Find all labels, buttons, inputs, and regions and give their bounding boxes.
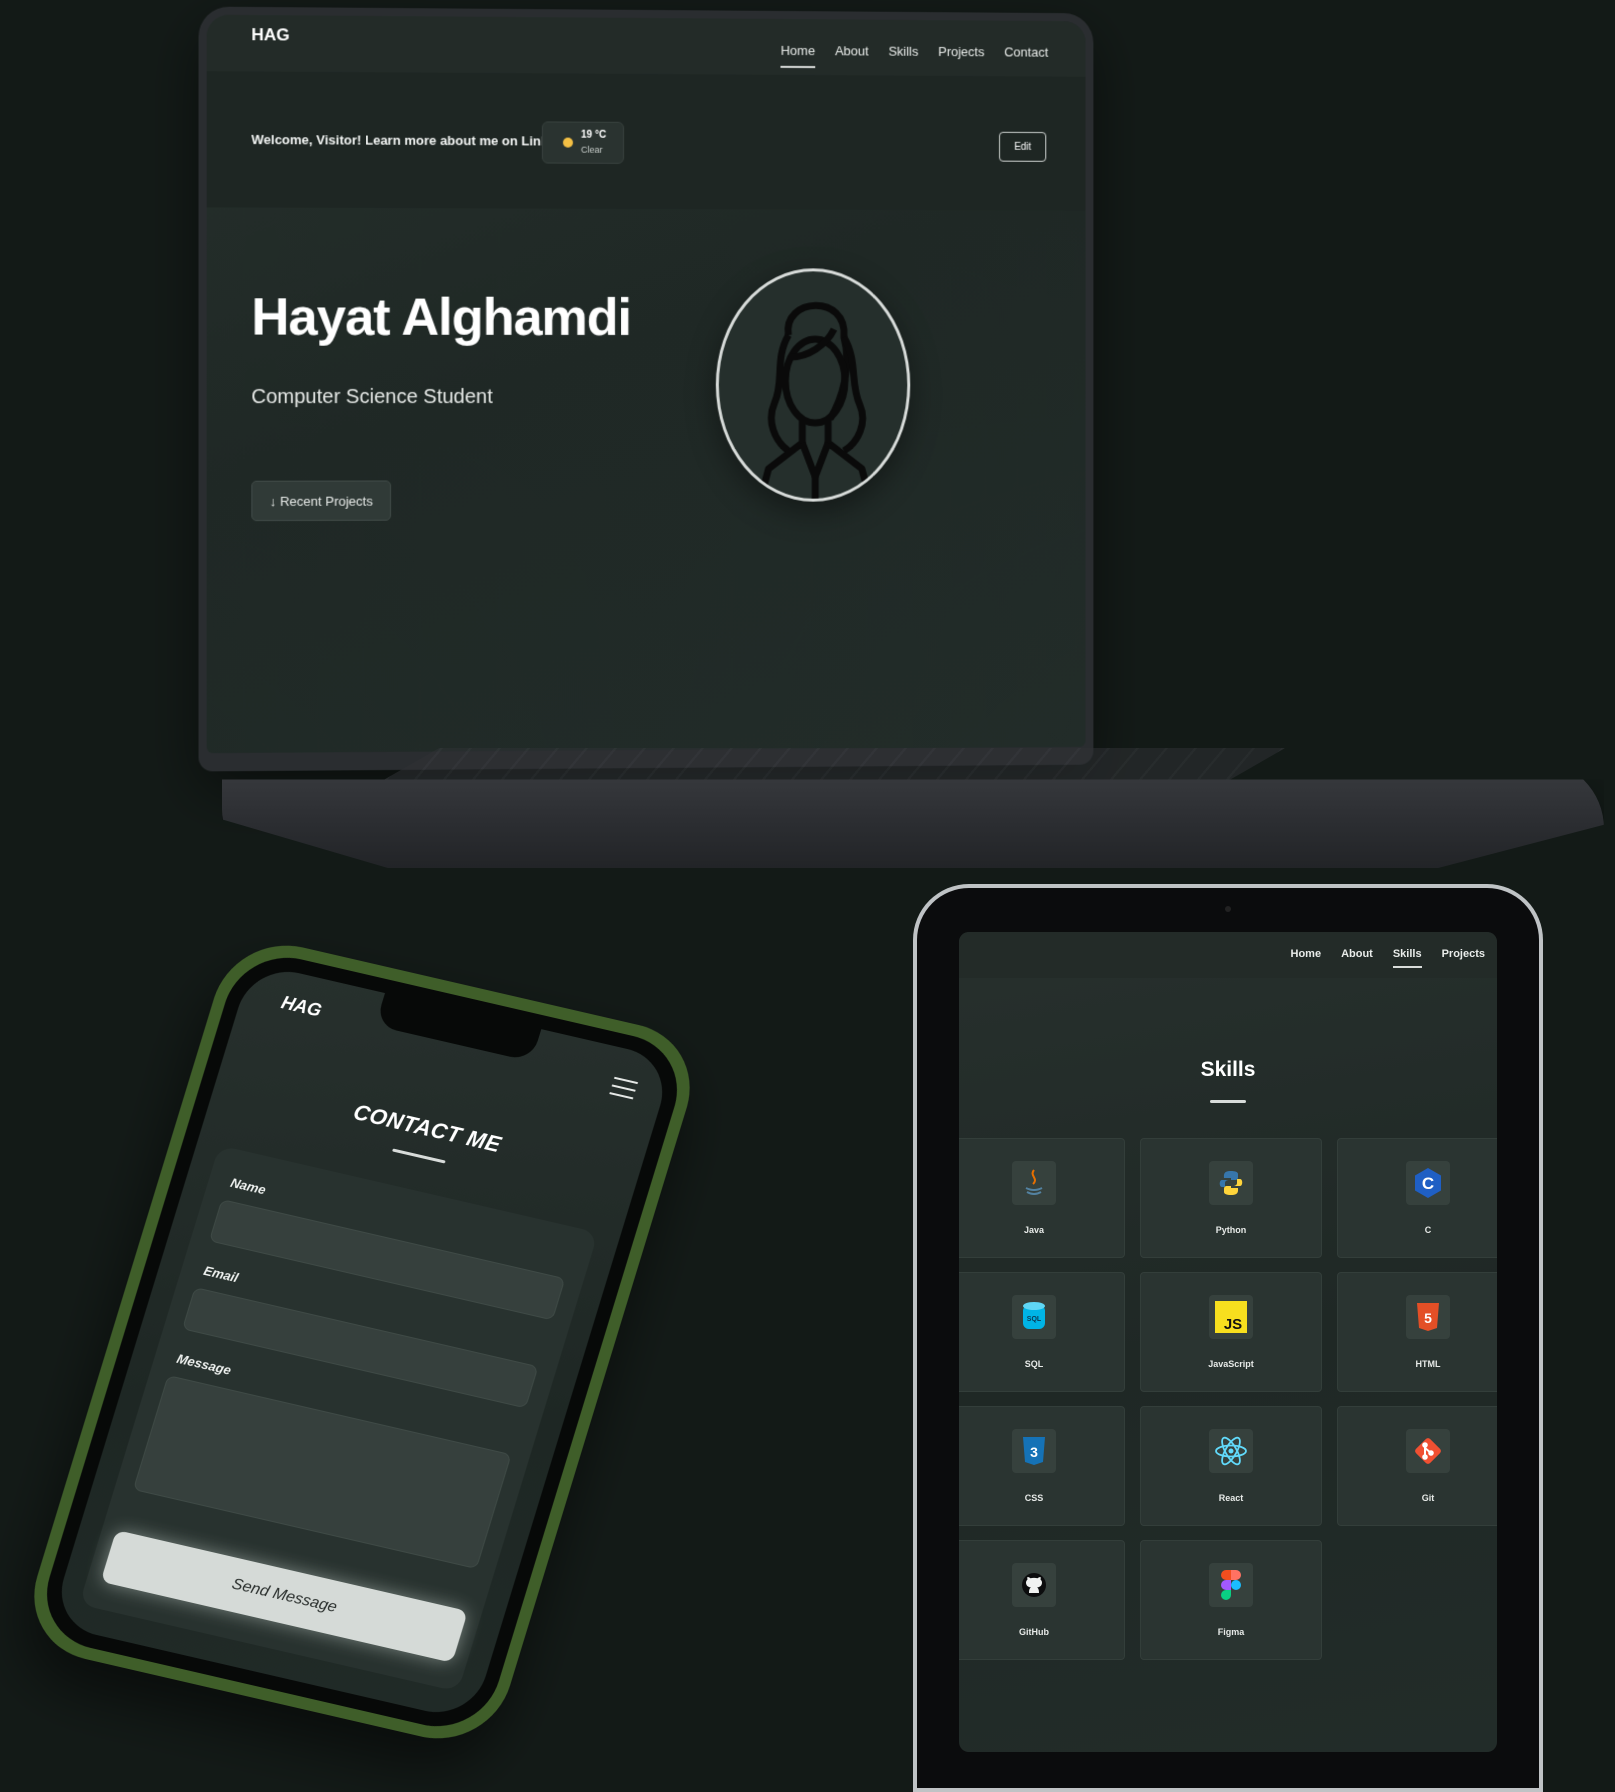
- phone-notch: [375, 993, 542, 1062]
- edit-button[interactable]: Edit: [999, 131, 1047, 162]
- recent-projects-button[interactable]: ↓ Recent Projects: [251, 480, 392, 522]
- hero-name: Hayat Alghamdi: [251, 288, 632, 347]
- skill-card-react[interactable]: React: [1140, 1406, 1322, 1526]
- javascript-icon: JS: [1209, 1295, 1253, 1339]
- nav-home[interactable]: Home: [781, 43, 815, 58]
- svg-text:SQL: SQL: [1027, 1316, 1042, 1323]
- tablet-navbar: Home About Skills Projects: [959, 932, 1497, 978]
- weather-temp: 19 °C: [580, 129, 607, 141]
- svg-text:C: C: [1422, 1174, 1434, 1193]
- hero-role: Computer Science Student: [251, 385, 493, 409]
- svg-text:JS: JS: [1224, 1316, 1242, 1333]
- github-icon: [1012, 1563, 1056, 1607]
- tablet-screen: Home About Skills Projects Skills Java P…: [959, 932, 1497, 1752]
- tablet-nav-skills[interactable]: Skills: [1392, 948, 1422, 968]
- skill-label: Figma: [1217, 1627, 1245, 1637]
- tablet-frame: Home About Skills Projects Skills Java P…: [913, 884, 1543, 1792]
- java-icon: [1012, 1161, 1056, 1205]
- nav-about[interactable]: About: [835, 43, 869, 58]
- react-icon: [1209, 1429, 1253, 1473]
- database-icon: SQL: [1012, 1295, 1056, 1339]
- skill-label: SQL: [1024, 1359, 1044, 1369]
- svg-text:5: 5: [1424, 1310, 1432, 1326]
- skill-label: React: [1218, 1493, 1244, 1503]
- svg-text:3: 3: [1030, 1444, 1038, 1460]
- camera-icon: [1225, 906, 1231, 912]
- skill-label: Python: [1215, 1225, 1247, 1235]
- welcome-text: Welcome, Visitor! Learn more about me on…: [251, 131, 575, 149]
- site-logo[interactable]: HAG: [251, 25, 289, 45]
- skill-card-figma[interactable]: Figma: [1140, 1540, 1322, 1660]
- skill-label: C: [1424, 1225, 1432, 1235]
- skill-card-css[interactable]: 3 CSS: [959, 1406, 1125, 1526]
- skill-label: Java: [1023, 1225, 1045, 1235]
- skill-card-github[interactable]: GitHub: [959, 1540, 1125, 1660]
- tablet-nav-about[interactable]: About: [1341, 948, 1373, 960]
- skill-card-html[interactable]: 5 HTML: [1337, 1272, 1497, 1392]
- nav-contact[interactable]: Contact: [1004, 44, 1048, 59]
- tablet-nav-projects[interactable]: Projects: [1442, 948, 1485, 960]
- laptop-navbar: HAG Home About Skills Projects Contact: [206, 14, 1086, 77]
- skill-card-git[interactable]: Git: [1337, 1406, 1497, 1526]
- skill-label: HTML: [1415, 1359, 1441, 1369]
- html5-icon: 5: [1406, 1295, 1450, 1339]
- phone-logo[interactable]: HAG: [279, 992, 324, 1021]
- sun-icon: [562, 137, 573, 148]
- title-underline: [392, 1148, 446, 1164]
- skills-title: Skills: [1200, 1058, 1256, 1081]
- woman-avatar-icon: [719, 271, 907, 499]
- skill-card-java[interactable]: Java: [959, 1138, 1125, 1258]
- laptop-nav-links: Home About Skills Projects Contact: [781, 43, 1049, 60]
- python-icon: [1209, 1161, 1253, 1205]
- hamburger-menu-icon[interactable]: [608, 1076, 639, 1105]
- laptop-screen: HAG Home About Skills Projects Contact W…: [206, 14, 1086, 754]
- css3-icon: 3: [1012, 1429, 1056, 1473]
- tablet-nav-links: Home About Skills Projects: [1291, 948, 1485, 968]
- weather-widget: 19 °C Clear: [541, 121, 625, 164]
- skill-label: JavaScript: [1208, 1359, 1254, 1369]
- weather-condition: Clear: [580, 144, 603, 155]
- phone-bezel: HAG CONTACT ME Name Email Message Send M…: [32, 945, 692, 1739]
- phone-screen: HAG CONTACT ME Name Email Message Send M…: [49, 962, 675, 1722]
- skill-card-sql[interactable]: SQL SQL: [959, 1272, 1125, 1392]
- skill-label: GitHub: [1019, 1627, 1049, 1637]
- laptop-lid: HAG Home About Skills Projects Contact W…: [198, 6, 1094, 772]
- tablet-nav-home[interactable]: Home: [1291, 948, 1322, 960]
- welcome-banner: Welcome, Visitor! Learn more about me on…: [206, 71, 1086, 211]
- skill-card-c[interactable]: C C: [1337, 1138, 1497, 1258]
- figma-icon: [1209, 1563, 1253, 1607]
- nav-projects[interactable]: Projects: [938, 44, 984, 59]
- skills-underline: [1210, 1100, 1246, 1103]
- skill-card-javascript[interactable]: JS JavaScript: [1140, 1272, 1322, 1392]
- git-icon: [1406, 1429, 1450, 1473]
- tablet-bezel: Home About Skills Projects Skills Java P…: [917, 888, 1539, 1788]
- profile-avatar: [715, 268, 911, 502]
- skill-label: CSS: [1024, 1493, 1044, 1503]
- nav-skills[interactable]: Skills: [888, 44, 918, 59]
- phone-frame: HAG CONTACT ME Name Email Message Send M…: [16, 931, 708, 1753]
- skill-label: Git: [1421, 1493, 1435, 1503]
- skill-card-python[interactable]: Python: [1140, 1138, 1322, 1258]
- c-language-icon: C: [1406, 1161, 1450, 1205]
